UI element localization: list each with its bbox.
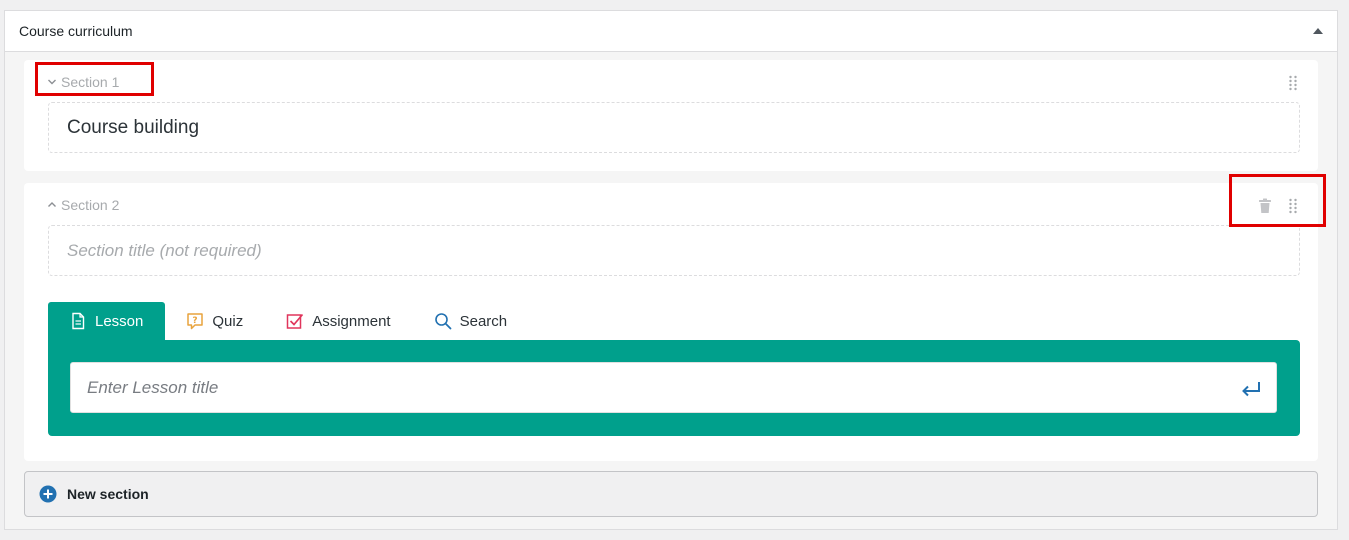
tab-quiz[interactable]: ? Quiz [165, 302, 265, 340]
item-type-tabs: Lesson ? Quiz Assignment Search [48, 302, 529, 340]
drag-handle-icon[interactable] [1288, 75, 1298, 91]
trash-icon[interactable] [1258, 198, 1272, 214]
chevron-up-icon [48, 202, 56, 207]
section-2-label: Section 2 [61, 197, 120, 213]
panel-header: Course curriculum [5, 11, 1337, 52]
new-section-label: New section [67, 486, 149, 502]
tab-lesson[interactable]: Lesson [48, 302, 166, 340]
lesson-title-input[interactable] [70, 362, 1277, 413]
section-1-toggle[interactable]: Section 1 [47, 74, 119, 90]
tab-lesson-label: Lesson [95, 312, 144, 330]
tab-search-label: Search [459, 312, 508, 330]
tab-assignment[interactable]: Assignment [265, 302, 412, 340]
lesson-entry-box [48, 340, 1300, 436]
new-section-button[interactable]: New section [24, 471, 1318, 517]
course-curriculum-panel: Course curriculum Section 1 Section 2 [4, 10, 1338, 530]
collapse-toggle-icon[interactable] [1313, 28, 1323, 34]
search-icon [434, 313, 451, 330]
tab-search[interactable]: Search [413, 302, 530, 340]
assignment-icon [286, 313, 304, 329]
quiz-icon: ? [187, 313, 204, 330]
section-1-label: Section 1 [61, 74, 120, 90]
section-1-title-input[interactable] [48, 102, 1300, 153]
tab-assignment-label: Assignment [312, 312, 391, 330]
svg-text:?: ? [193, 316, 198, 326]
drag-handle-icon[interactable] [1288, 198, 1298, 214]
section-2-toggle[interactable]: Section 2 [47, 197, 119, 213]
document-icon [72, 312, 85, 330]
plus-circle-icon [39, 485, 57, 503]
enter-icon[interactable] [1240, 379, 1262, 399]
tab-quiz-label: Quiz [212, 312, 244, 330]
section-2: Section 2 Section title (not required) L… [24, 183, 1318, 461]
panel-title: Course curriculum [19, 23, 133, 39]
section-2-title-input[interactable] [48, 225, 1300, 276]
section-1: Section 1 [24, 60, 1318, 171]
chevron-down-icon [48, 79, 56, 85]
